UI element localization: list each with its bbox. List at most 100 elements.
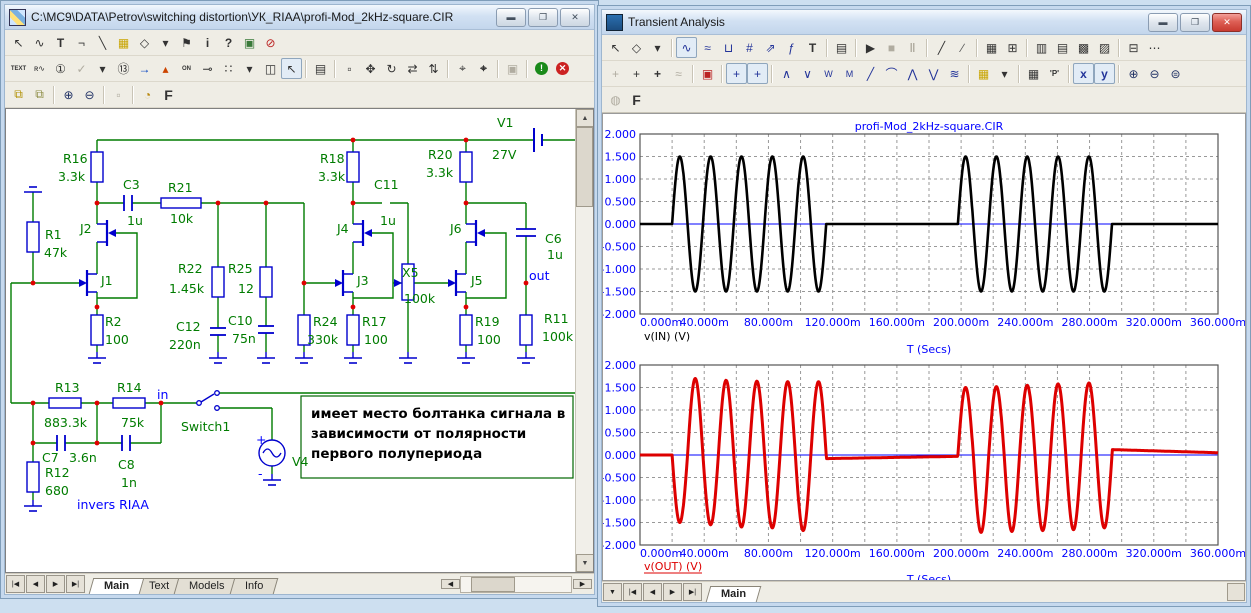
valley-icon[interactable]: ∨ (797, 63, 818, 84)
scope-mode-icon[interactable]: ∿ (676, 37, 697, 58)
tab-main[interactable]: Main (706, 586, 762, 602)
wave-top-icon[interactable]: ⋀ (902, 63, 923, 84)
xy-box-icon[interactable]: ▣ (697, 63, 718, 84)
last-page-button[interactable]: ▶| (66, 575, 85, 593)
clipboard-view-icon[interactable]: ▣ (239, 32, 260, 53)
text-tool-icon[interactable]: T (802, 37, 823, 58)
run-check-icon[interactable]: ! (531, 58, 552, 79)
minimize-button[interactable]: ▬ (496, 8, 526, 27)
properties-icon[interactable]: ▤ (831, 37, 852, 58)
dd-icon[interactable]: ▾ (239, 58, 260, 79)
dd-icon[interactable]: ▾ (155, 32, 176, 53)
shape-picker-icon[interactable]: ◇ (626, 37, 647, 58)
cursor-none-icon[interactable]: + (605, 63, 626, 84)
pat-h-icon[interactable]: ▤ (1052, 37, 1073, 58)
pat-v-icon[interactable]: ▥ (1031, 37, 1052, 58)
slope-mode-icon[interactable]: ⇗ (760, 37, 781, 58)
run-sim-icon[interactable]: ▶ (860, 37, 881, 58)
node-numbers-icon[interactable]: ① (50, 58, 71, 79)
waveform-probe-icon[interactable]: ʀ∿ (29, 58, 50, 79)
p-key-icon[interactable]: 'P' (1044, 63, 1065, 84)
close-button[interactable]: ✕ (560, 8, 590, 27)
schematic-drawing[interactable]: имеет место болтанка сигнала взависимост… (6, 109, 578, 573)
analysis-titlebar[interactable]: Transient Analysis ▬ ❐ ✕ (602, 10, 1246, 35)
probe-line-icon[interactable]: ⊸ (197, 58, 218, 79)
panel-split-icon[interactable]: ⊟ (1123, 37, 1144, 58)
stop-edit-icon[interactable]: ✕ (552, 58, 573, 79)
vip-mode-icon[interactable]: ✓ (71, 58, 92, 79)
zoom-in-icon[interactable]: ⊕ (58, 84, 79, 105)
legend-label[interactable]: v(OUT) (V) (644, 560, 702, 573)
dd-icon[interactable]: ▾ (994, 63, 1015, 84)
scroll-up-icon[interactable]: ▲ (576, 109, 594, 127)
dd-icon[interactable]: ▾ (647, 37, 668, 58)
clock-icon-icon[interactable]: ◔ (137, 84, 158, 105)
zoom-in2-icon[interactable]: ⊕ (1123, 63, 1144, 84)
transient-analysis-window[interactable]: Transient Analysis ▬ ❐ ✕ ↖◇▾∿≈⊔#⇗ƒT▤▶■‖╱… (597, 5, 1251, 607)
tab-main[interactable]: Main (89, 578, 145, 594)
resize-grip[interactable] (1227, 583, 1245, 601)
prev-page-button[interactable]: ◀ (26, 575, 45, 593)
ortho-wire-icon[interactable]: ¬ (71, 32, 92, 53)
scroll-right-icon[interactable]: ▶ (573, 579, 592, 589)
power-probe-icon[interactable]: ▴ (155, 58, 176, 79)
peak-icon[interactable]: ∧ (776, 63, 797, 84)
schematic-canvas[interactable]: имеет место болтанка сигнала взависимост… (5, 108, 594, 573)
grid-display-icon[interactable]: ∷ (218, 58, 239, 79)
curvature-icon[interactable]: ⌒ (881, 63, 902, 84)
state-display-icon[interactable]: ON (176, 58, 197, 79)
flip-x-icon[interactable]: ⇄ (402, 58, 423, 79)
track-h-icon[interactable]: + (726, 63, 747, 84)
zoom-out2-icon[interactable]: ⊖ (1144, 63, 1165, 84)
scrollbar-thumb[interactable] (576, 127, 593, 207)
cursor-mode-icon[interactable]: ↖ (281, 58, 302, 79)
move-part-icon[interactable]: ✥ (360, 58, 381, 79)
page-list-dropdown-icon[interactable]: ▼ (603, 583, 622, 601)
restore-button[interactable]: ❐ (1180, 13, 1210, 32)
globe-tool-icon[interactable]: ◍ (605, 89, 626, 110)
select-tool-icon[interactable]: ↖ (8, 32, 29, 53)
select-box-icon[interactable]: ▫ (339, 58, 360, 79)
line-draw-icon[interactable]: ╱ (931, 37, 952, 58)
stop-sim-icon[interactable]: ■ (881, 37, 902, 58)
switch-contact[interactable] (197, 401, 202, 406)
rotate-part-icon[interactable]: ↻ (381, 58, 402, 79)
norm-x-icon[interactable]: x (1073, 63, 1094, 84)
pin-numbers-icon[interactable]: ⑬ (113, 58, 134, 79)
track-v-icon[interactable]: + (747, 63, 768, 84)
cursor-one-icon[interactable]: + (626, 63, 647, 84)
wave-smooth-icon[interactable]: ≈ (697, 37, 718, 58)
tag-mode-icon[interactable]: # (739, 37, 760, 58)
schematic-horizontal-scrollbar[interactable]: ◀ ▶ (440, 575, 592, 593)
stim-editor-icon[interactable]: ▦ (973, 63, 994, 84)
line-points-icon[interactable]: ∕ (952, 37, 973, 58)
component-picker-icon[interactable]: ▦ (113, 32, 134, 53)
info-mode-icon[interactable]: i (197, 32, 218, 53)
next-page-button[interactable]: ▶ (46, 575, 65, 593)
text-stimulus-icon[interactable]: TEXT (8, 58, 29, 79)
send-back-icon[interactable]: ⧉ (29, 84, 50, 105)
current-probe-icon[interactable]: → (134, 58, 155, 79)
norm-y-icon[interactable]: y (1094, 63, 1115, 84)
split-window-icon[interactable]: ◫ (260, 58, 281, 79)
flag-tool-icon[interactable]: ⚑ (176, 32, 197, 53)
zoom-out-icon[interactable]: ⊖ (79, 84, 100, 105)
schematic-vertical-scrollbar[interactable]: ▲ ▼ (575, 109, 593, 572)
font-tool-icon[interactable]: F (158, 84, 179, 105)
data-pts-icon[interactable]: ⋯ (1144, 37, 1165, 58)
bring-front-icon[interactable]: ⧉ (8, 84, 29, 105)
properties-icon[interactable]: ▤ (310, 58, 331, 79)
switch-contact[interactable] (215, 406, 220, 411)
fn-mode-icon[interactable]: ƒ (781, 37, 802, 58)
curves-mode-icon[interactable]: ≈ (668, 63, 689, 84)
schematic-window[interactable]: C:\MC9\DATA\Petrov\switching distortion\… (0, 0, 599, 599)
transient-plots[interactable]: 2.0001.5001.0000.5000.000-0.500-1.000-1.… (603, 114, 1246, 581)
text-tool-icon[interactable]: T (50, 32, 71, 53)
find-component-icon[interactable]: ⌖ (473, 58, 494, 79)
cursor-two-icon[interactable]: + (647, 63, 668, 84)
select-tool-icon[interactable]: ↖ (605, 37, 626, 58)
num-table-icon[interactable]: ▦ (1023, 63, 1044, 84)
dd-icon[interactable]: ▾ (92, 58, 113, 79)
high-icon[interactable]: W (818, 63, 839, 84)
close-button[interactable]: ✕ (1212, 13, 1242, 32)
